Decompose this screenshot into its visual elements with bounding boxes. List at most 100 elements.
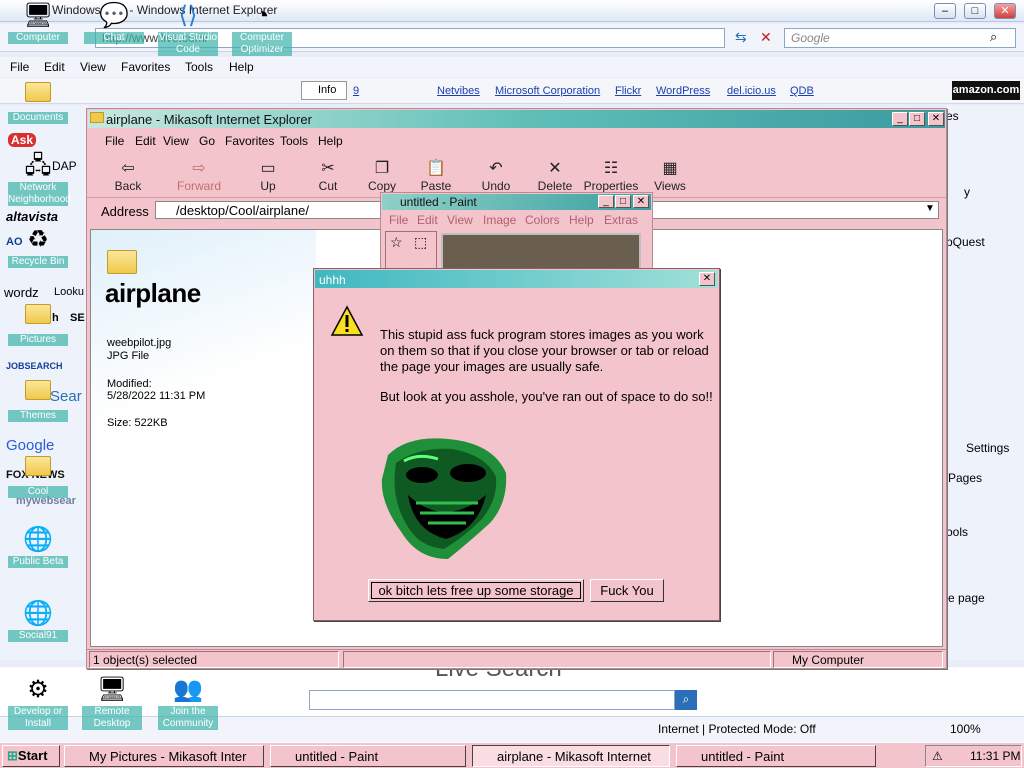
page-count[interactable]: 9 — [353, 85, 359, 97]
delete-button[interactable]: ✕ Delete — [537, 159, 573, 193]
storage-dialog: uhhh ✕ This stupid ass fuck program stor… — [313, 268, 720, 621]
address-label: Address — [101, 204, 149, 219]
desktop-icon-social91[interactable]: 🌐 Social91 — [8, 600, 68, 642]
desktop-icon-public-beta[interactable]: 🌐 Public Beta — [8, 526, 68, 568]
vscode-icon: ⟨⟩ — [178, 2, 198, 29]
desktop-icon-remote-desktop[interactable]: 🖥 Remote Desktop — [82, 676, 142, 730]
explorer-minimize-button[interactable]: _ — [892, 112, 908, 126]
explorer-menu-tools[interactable]: Tools — [280, 134, 308, 148]
menu-help[interactable]: Help — [229, 60, 254, 74]
desktop-icon-develop[interactable]: ⚙ Develop or Install — [8, 676, 68, 730]
taskbar-item-paint-2[interactable]: untitled - Paint — [676, 745, 876, 767]
link-microsoft[interactable]: Microsoft Corporation — [495, 85, 600, 97]
clock[interactable]: 11:31 PM — [970, 749, 1020, 763]
address-dropdown-icon[interactable]: ▼ — [925, 203, 935, 214]
close-button[interactable]: ✕ — [994, 3, 1016, 19]
background-search-input[interactable]: Google — [784, 28, 1016, 48]
refresh-icon[interactable]: ⇆ — [735, 29, 747, 46]
forward-button[interactable]: ⇨ Forward — [175, 159, 223, 193]
live-search-button[interactable]: ⌕ — [675, 690, 697, 710]
altavista-logo: altavista — [6, 209, 59, 224]
back-button[interactable]: ⇦ Back — [113, 159, 143, 193]
taskbar-item-paint[interactable]: untitled - Paint — [270, 745, 466, 767]
explorer-menu-file[interactable]: File — [105, 134, 124, 148]
paint-menu-image[interactable]: Image — [483, 213, 516, 227]
paint-menu-extras[interactable]: Extras — [604, 213, 638, 227]
desktop-icon-vscode[interactable]: ⟨⟩ Visual Studio Code — [158, 2, 218, 56]
stop-icon[interactable]: ✕ — [760, 29, 772, 46]
desktop-icon-join-community[interactable]: 👥 Join the Community — [158, 676, 218, 730]
start-button[interactable]: ⊞Start — [2, 745, 60, 767]
taskbar-item-airplane[interactable]: airplane - Mikasoft Internet — [472, 745, 670, 767]
desktop-icon-documents[interactable]: Documents — [8, 78, 68, 124]
right-text-tools[interactable]: ools — [946, 525, 968, 539]
explorer-menu-favorites[interactable]: Favorites — [225, 134, 274, 148]
paint-menu-colors[interactable]: Colors — [525, 213, 560, 227]
refuse-button[interactable]: Fuck You — [590, 579, 664, 602]
explorer-close-button[interactable]: ✕ — [928, 112, 944, 126]
menu-view[interactable]: View — [80, 60, 106, 74]
explorer-menu-edit[interactable]: Edit — [135, 134, 156, 148]
explorer-maximize-button[interactable]: □ — [909, 112, 925, 126]
link-wordpress[interactable]: WordPress — [656, 85, 710, 97]
explorer-titlebar[interactable]: airplane - Mikasoft Internet Explorer _ … — [88, 110, 945, 128]
link-flickr[interactable]: Flickr — [615, 85, 641, 97]
network-icon: 🖧 — [24, 152, 52, 179]
minimize-button[interactable]: – — [934, 3, 956, 19]
link-delicious[interactable]: del.icio.us — [727, 85, 776, 97]
paint-titlebar[interactable]: untitled - Paint _ □ ✕ — [382, 194, 651, 210]
live-search-input[interactable] — [309, 690, 675, 710]
desktop-icon-themes[interactable]: Themes — [8, 376, 68, 422]
desktop-icon-optimizer[interactable]: ◔ Computer Optimizer — [232, 2, 292, 56]
desktop-icon-cool[interactable]: Cool — [8, 452, 68, 498]
menu-edit[interactable]: Edit — [44, 60, 65, 74]
link-netvibes[interactable]: Netvibes — [437, 85, 480, 97]
desktop-icon-chat[interactable]: 💬 Chat — [84, 2, 144, 44]
search-icon[interactable]: ⌕ — [990, 29, 997, 45]
tray-warning-icon[interactable]: ⚠ — [932, 749, 943, 763]
menu-file[interactable]: File — [10, 60, 29, 74]
paint-minimize-button[interactable]: _ — [598, 195, 614, 208]
desktop-icon-recycle-bin[interactable]: ♻ Recycle Bin — [8, 226, 68, 268]
amazon-button[interactable]: amazon.com — [952, 81, 1020, 100]
background-menubar: File Edit View Favorites Tools Help — [0, 57, 1024, 77]
explorer-menu-view[interactable]: View — [163, 134, 189, 148]
paint-menu-view[interactable]: View — [447, 213, 473, 227]
desktop-icon-network[interactable]: 🖧 Network Neighborhood — [8, 152, 71, 206]
paste-button[interactable]: 📋 Paste — [420, 159, 452, 193]
dialog-titlebar[interactable]: uhhh ✕ — [315, 270, 718, 288]
paint-maximize-button[interactable]: □ — [615, 195, 631, 208]
link-qdb[interactable]: QDB — [790, 85, 814, 97]
paint-menu-file[interactable]: File — [389, 213, 408, 227]
undo-button[interactable]: ↶ Undo — [481, 159, 511, 193]
dialog-title: uhhh — [319, 273, 346, 287]
system-tray: ⚠ 11:31 PM — [925, 745, 1022, 767]
zoom-level[interactable]: 100% — [950, 722, 981, 736]
cut-button[interactable]: ✂ Cut — [317, 159, 339, 193]
paste-icon: 📋 — [426, 160, 446, 177]
rect-select-icon[interactable]: ⬚ — [414, 234, 427, 251]
desktop-icon-computer[interactable]: 🖥 Computer — [8, 2, 68, 44]
paint-close-button[interactable]: ✕ — [633, 195, 649, 208]
recycle-bin-icon: ♻ — [27, 226, 49, 253]
taskbar-item-my-pictures[interactable]: My Pictures - Mikasoft Inter — [64, 745, 264, 767]
menu-favorites[interactable]: Favorites — [121, 60, 170, 74]
copy-button[interactable]: ❐ Copy — [368, 159, 396, 193]
file-name: weebpilot.jpg — [107, 337, 172, 349]
info-button[interactable]: Info — [301, 81, 347, 100]
free-storage-button[interactable]: ok bitch lets free up some storage — [368, 579, 584, 602]
desktop-icon-pictures[interactable]: Pictures — [8, 300, 68, 346]
menu-tools[interactable]: Tools — [185, 60, 213, 74]
undo-icon: ↶ — [489, 160, 503, 177]
paint-menu-edit[interactable]: Edit — [417, 213, 438, 227]
paint-menu-help[interactable]: Help — [569, 213, 594, 227]
settings-button[interactable]: Settings — [966, 441, 1009, 455]
free-select-icon[interactable]: ☆ — [390, 234, 403, 251]
up-button[interactable]: ▭ Up — [257, 159, 279, 193]
explorer-menu-go[interactable]: Go — [199, 134, 215, 148]
views-button[interactable]: ▦ Views — [653, 159, 687, 193]
explorer-menu-help[interactable]: Help — [318, 134, 343, 148]
dialog-close-button[interactable]: ✕ — [699, 272, 715, 286]
properties-button[interactable]: ☷ Properties — [583, 159, 639, 193]
maximize-button[interactable]: □ — [964, 3, 986, 19]
